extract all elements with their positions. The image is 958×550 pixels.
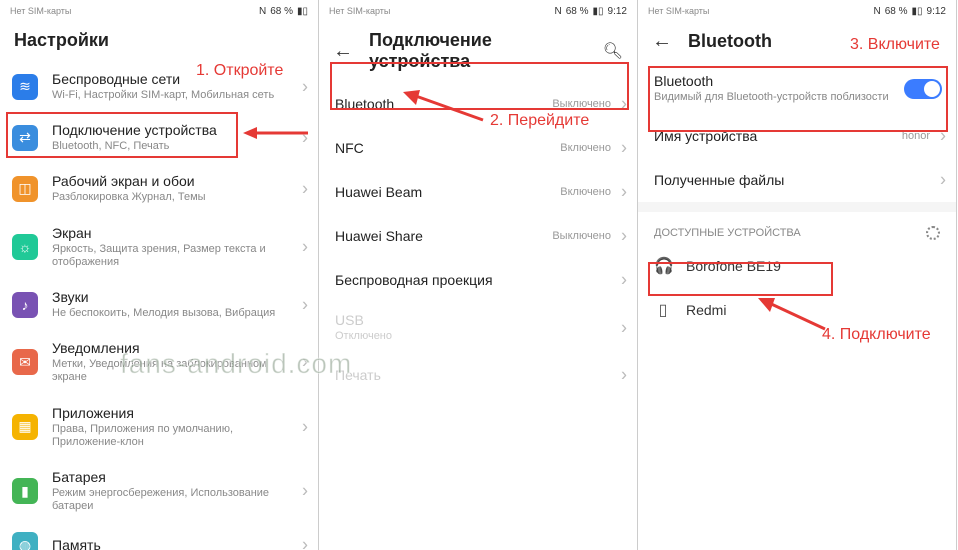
device-name: Borofone BE19 [686, 258, 781, 274]
device-type-icon: ▯ [654, 300, 672, 320]
scanning-spinner [926, 226, 940, 240]
clock: 9:12 [927, 6, 946, 17]
bt-title: Bluetooth [654, 73, 896, 89]
settings-item[interactable]: ⇄ Подключение устройства Bluetooth, NFC,… [0, 112, 318, 163]
bt-sub: Видимый для Bluetooth-устройств поблизос… [654, 91, 896, 104]
connection-item[interactable]: Huawei Beam Включено [319, 170, 637, 214]
received-files-row[interactable]: Полученные файлы [638, 158, 956, 202]
nfc-icon: N [259, 6, 266, 17]
no-sim-label: Нет SIM-карты [329, 6, 390, 16]
page-title: Настройки [14, 30, 109, 51]
item-icon: ≋ [12, 74, 38, 100]
bluetooth-toggle-row[interactable]: Bluetooth Видимый для Bluetooth-устройст… [638, 63, 956, 114]
bluetooth-list: Bluetooth Видимый для Bluetooth-устройст… [638, 63, 956, 550]
item-sub: Режим энергосбережения, Использование ба… [52, 487, 304, 513]
panel-settings: Нет SIM-карты N 68 % ▮▯ Настройки ≋ Бесп… [0, 0, 319, 550]
item-icon: ☼ [12, 234, 38, 260]
nfc-icon: N [554, 6, 561, 17]
item-title: USB [335, 312, 623, 328]
clock: 9:12 [608, 6, 627, 17]
battery-pct: 68 % [270, 6, 293, 17]
settings-item[interactable]: ♪ Звуки Не беспокоить, Мелодия вызова, В… [0, 279, 318, 330]
connection-item[interactable]: Huawei Share Выключено [319, 214, 637, 258]
status-bar: Нет SIM-карты N 68 % ▮▯ [0, 0, 318, 22]
watermark: fans-android.com [120, 348, 352, 380]
bluetooth-toggle[interactable] [904, 79, 942, 99]
item-status: Включено [560, 186, 611, 198]
item-sub: Wi-Fi, Настройки SIM-карт, Мобильная сет… [52, 89, 304, 102]
connection-item[interactable]: NFC Включено [319, 126, 637, 170]
status-bar: Нет SIM-карты N 68 % ▮▯ 9:12 [638, 0, 956, 22]
item-title: Батарея [52, 469, 304, 485]
item-title: Звуки [52, 289, 304, 305]
back-button[interactable]: ← [652, 30, 672, 53]
item-icon: ✉ [12, 349, 38, 375]
device-list: 🎧 Borofone BE19 ▯ Redmi [638, 244, 956, 332]
item-icon: ▮ [12, 478, 38, 504]
item-status: Выключено [552, 98, 611, 110]
item-title: Печать [335, 367, 623, 383]
settings-item[interactable]: ☼ Экран Яркость, Защита зрения, Размер т… [0, 215, 318, 279]
item-title: Экран [52, 225, 304, 241]
item-sub: Права, Приложения по умолчанию, Приложен… [52, 423, 304, 449]
nfc-icon: N [873, 6, 880, 17]
battery-icon: ▮▯ [912, 6, 923, 17]
item-title: Беспроводная проекция [335, 272, 623, 288]
settings-item[interactable]: ▮ Батарея Режим энергосбережения, Исполь… [0, 459, 318, 523]
no-sim-label: Нет SIM-карты [10, 6, 71, 16]
device-row[interactable]: 🎧 Borofone BE19 [638, 244, 956, 288]
item-title: Память [52, 537, 304, 550]
device-name-row[interactable]: Имя устройства honor [638, 114, 956, 158]
item-title: Подключение устройства [52, 122, 304, 138]
battery-pct: 68 % [885, 6, 908, 17]
item-title: Приложения [52, 405, 304, 421]
item-sub: Bluetooth, NFC, Печать [52, 140, 304, 153]
item-icon: ⇄ [12, 125, 38, 151]
item-icon: ◫ [12, 176, 38, 202]
no-sim-label: Нет SIM-карты [648, 6, 709, 16]
available-devices-label: ДОСТУПНЫЕ УСТРОЙСТВА [638, 212, 956, 244]
annotation-2: 2. Перейдите [490, 112, 589, 130]
settings-item[interactable]: ◍ Память [0, 523, 318, 550]
settings-item[interactable]: ▦ Приложения Права, Приложения по умолча… [0, 395, 318, 459]
back-button[interactable]: ← [333, 40, 353, 63]
connection-item[interactable]: Беспроводная проекция [319, 258, 637, 302]
device-type-icon: 🎧 [654, 256, 672, 276]
received-files-label: Полученные файлы [654, 172, 942, 188]
item-status: Включено [560, 142, 611, 154]
item-sub: Не беспокоить, Мелодия вызова, Вибрация [52, 307, 304, 320]
device-name-value: honor [902, 130, 930, 142]
battery-icon: ▮▯ [593, 6, 604, 17]
item-icon: ▦ [12, 414, 38, 440]
item-status: Выключено [552, 230, 611, 242]
settings-list: ≋ Беспроводные сети Wi-Fi, Настройки SIM… [0, 61, 318, 550]
battery-pct: 68 % [566, 6, 589, 17]
battery-icon: ▮▯ [297, 6, 308, 17]
page-title: Подключение устройства [369, 30, 587, 72]
device-name-label: Имя устройства [654, 128, 942, 144]
header: ← Подключение устройства 🔍︎ [319, 22, 637, 82]
search-icon[interactable]: 🔍︎ [603, 41, 623, 61]
connection-item[interactable]: Bluetooth Выключено [319, 82, 637, 126]
panel-device-connection: Нет SIM-карты N 68 % ▮▯ 9:12 ← Подключен… [319, 0, 638, 550]
annotation-4: 4. Подключите [822, 326, 931, 344]
item-sub: Яркость, Защита зрения, Размер текста и … [52, 243, 304, 269]
page-title: Bluetooth [688, 31, 772, 52]
item-icon: ◍ [12, 532, 38, 550]
connection-item: USB Отключено [319, 302, 637, 353]
device-name: Redmi [686, 302, 726, 318]
item-sub: Отключено [335, 330, 623, 343]
item-title: Рабочий экран и обои [52, 173, 304, 189]
annotation-1: 1. Откройте [196, 62, 283, 80]
item-icon: ♪ [12, 292, 38, 318]
settings-item[interactable]: ◫ Рабочий экран и обои Разблокировка Жур… [0, 163, 318, 214]
item-sub: Разблокировка Журнал, Темы [52, 191, 304, 204]
header: Настройки [0, 22, 318, 61]
status-bar: Нет SIM-карты N 68 % ▮▯ 9:12 [319, 0, 637, 22]
connection-item: Печать [319, 353, 637, 397]
annotation-3: 3. Включите [850, 36, 940, 54]
connection-list: Bluetooth ВыключеноNFC ВключеноHuawei Be… [319, 82, 637, 550]
panel-bluetooth: Нет SIM-карты N 68 % ▮▯ 9:12 ← Bluetooth… [638, 0, 957, 550]
